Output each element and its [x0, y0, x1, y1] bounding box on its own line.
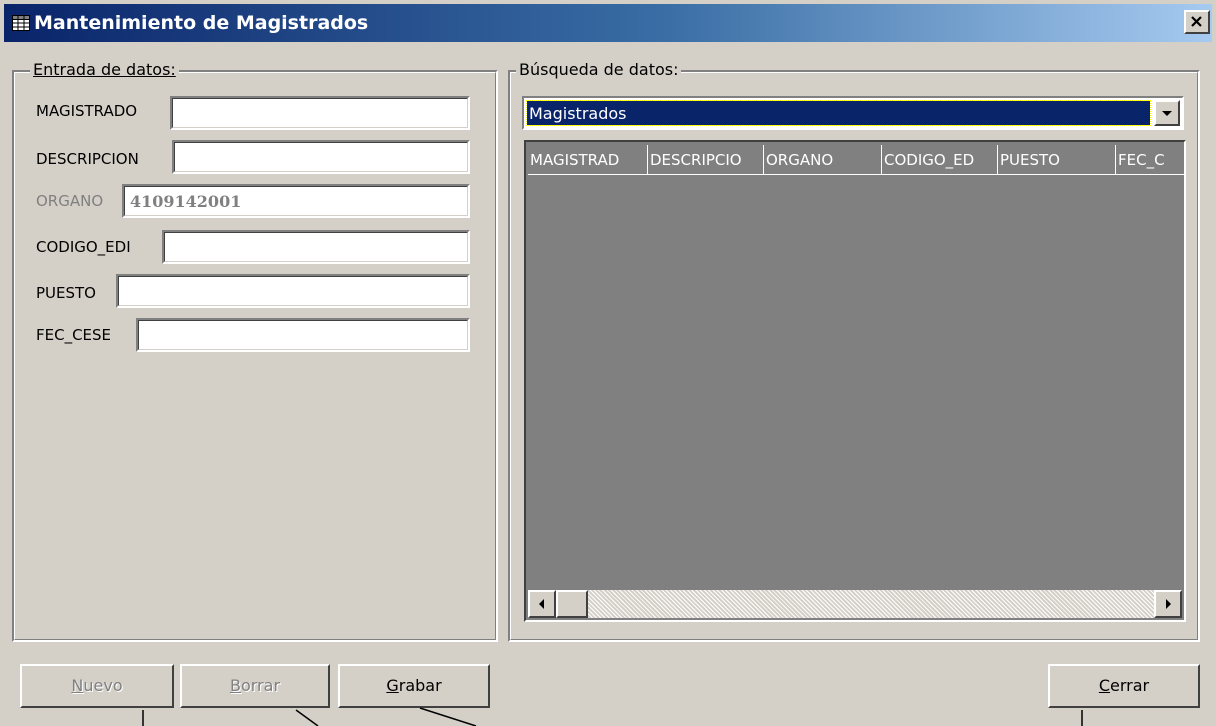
fec-cese-field[interactable] — [136, 318, 470, 352]
column-header-organo[interactable]: ORGANO — [764, 145, 882, 175]
descripcion-field[interactable] — [172, 140, 470, 174]
entry-legend: Entrada de datos: — [30, 60, 179, 79]
dropdown-button[interactable] — [1154, 100, 1180, 126]
codigo-edi-label: CODIGO_EDI — [36, 238, 131, 256]
organo-value: 4109142001 — [130, 192, 242, 211]
fec-cese-label: FEC_CESE — [36, 326, 112, 344]
cerrar-button[interactable]: Cerrar — [1048, 664, 1200, 708]
close-icon — [1191, 16, 1202, 27]
magistrado-field[interactable] — [170, 96, 470, 130]
nuevo-button[interactable]: Nuevo — [20, 664, 174, 708]
organo-label: ORGANO — [36, 192, 104, 210]
puesto-label: PUESTO — [36, 284, 96, 302]
data-grid[interactable]: MAGISTRAD DESCRIPCIO ORGANO CODIGO_ED PU… — [524, 140, 1186, 622]
table-select[interactable]: Magistrados — [522, 96, 1184, 130]
column-header-descripcion[interactable]: DESCRIPCIO — [648, 145, 764, 175]
codigo-edi-field[interactable] — [162, 230, 470, 264]
arrow-left-icon — [539, 599, 544, 609]
datasheet-icon — [12, 15, 30, 31]
column-header-fec-cese[interactable]: FEC_C — [1116, 145, 1184, 175]
borrar-button[interactable]: Borrar — [180, 664, 330, 708]
dialog-window: Mantenimiento de Magistrados Entrada de … — [0, 0, 1216, 726]
organo-field: 4109142001 — [122, 184, 470, 218]
scroll-left-button[interactable] — [528, 590, 556, 618]
column-header-magistrado[interactable]: MAGISTRAD — [528, 145, 648, 175]
arrow-right-icon — [1166, 599, 1171, 609]
scroll-right-button[interactable] — [1154, 590, 1182, 618]
window-title: Mantenimiento de Magistrados — [34, 12, 369, 34]
horizontal-scrollbar[interactable] — [528, 590, 1182, 618]
close-button[interactable] — [1184, 10, 1210, 34]
column-header-codigo-edi[interactable]: CODIGO_ED — [882, 145, 998, 175]
grabar-button[interactable]: Grabar — [338, 664, 490, 708]
scroll-thumb[interactable] — [556, 590, 588, 618]
title-bar[interactable]: Mantenimiento de Magistrados — [4, 4, 1212, 42]
descripcion-label: DESCRIPCION — [36, 150, 139, 168]
magistrado-label: MAGISTRADO — [36, 102, 138, 120]
column-header-puesto[interactable]: PUESTO — [998, 145, 1116, 175]
table-select-value: Magistrados — [526, 100, 1151, 126]
puesto-field[interactable] — [116, 274, 470, 308]
search-legend: Búsqueda de datos: — [516, 60, 682, 79]
chevron-down-icon — [1162, 111, 1172, 116]
